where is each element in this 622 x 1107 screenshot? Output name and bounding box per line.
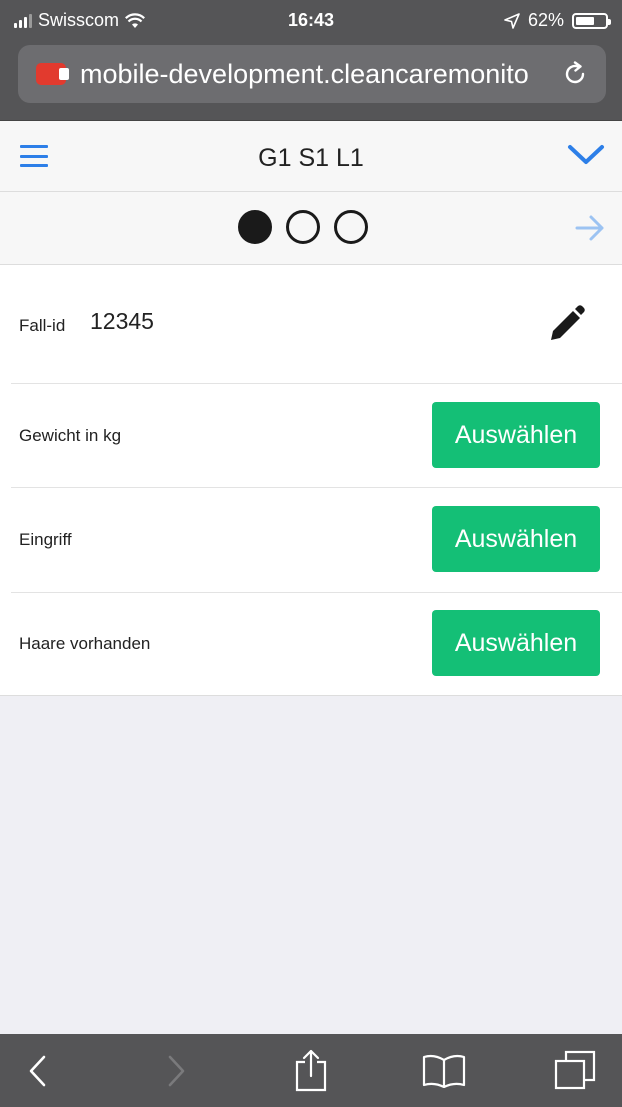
url-text[interactable]: mobile-development.cleancaremonito: [80, 59, 550, 90]
reload-icon[interactable]: [562, 61, 588, 87]
fall-id-row: Fall-id 12345: [11, 265, 622, 384]
battery-percent: 62%: [527, 10, 564, 30]
location-arrow-icon: [504, 12, 520, 29]
step-dot-3[interactable]: [334, 210, 368, 244]
share-icon[interactable]: [294, 1048, 328, 1092]
app-navbar: G1 S1 L1: [0, 121, 622, 192]
step-dots: [238, 210, 368, 244]
page-title: G1 S1 L1: [258, 144, 364, 172]
bookmarks-icon[interactable]: [422, 1052, 466, 1088]
pencil-icon[interactable]: [548, 303, 586, 343]
back-icon[interactable]: [26, 1054, 50, 1088]
status-right: 62%: [504, 10, 611, 31]
fall-id-value: 12345: [90, 308, 154, 334]
site-favicon: [36, 63, 69, 85]
arrow-right-icon[interactable]: [574, 214, 606, 242]
weight-label: Gewicht in kg: [19, 426, 122, 445]
hair-label: Haare vorhanden: [19, 634, 151, 653]
procedure-select-button[interactable]: Auswählen: [432, 506, 600, 572]
hair-select-button[interactable]: Auswählen: [432, 610, 600, 676]
chevron-down-icon[interactable]: [566, 139, 606, 169]
step-dot-1[interactable]: [238, 210, 272, 244]
procedure-label: Eingriff: [19, 530, 72, 549]
form-row: Eingriff Auswählen: [11, 487, 622, 593]
form-row: Haare vorhanden Auswählen: [11, 592, 622, 694]
step-indicator-row: [0, 192, 622, 265]
status-bar: Swisscom 16:43 62%: [0, 0, 622, 40]
browser-top-chrome: Swisscom 16:43 62% mobile-development.cl…: [0, 0, 622, 121]
tabs-icon[interactable]: [554, 1050, 596, 1090]
forward-icon[interactable]: [164, 1054, 188, 1088]
url-bar[interactable]: mobile-development.cleancaremonito: [18, 45, 606, 103]
fall-id-label: Fall-id: [19, 316, 66, 335]
form-panel: Fall-id 12345 Gewicht in kg Auswählen Ei…: [0, 265, 622, 696]
form-row: Gewicht in kg Auswählen: [11, 383, 622, 488]
weight-select-button[interactable]: Auswählen: [432, 402, 600, 468]
battery-icon: [572, 12, 611, 29]
browser-toolbar: [0, 1034, 622, 1107]
step-dot-2[interactable]: [286, 210, 320, 244]
